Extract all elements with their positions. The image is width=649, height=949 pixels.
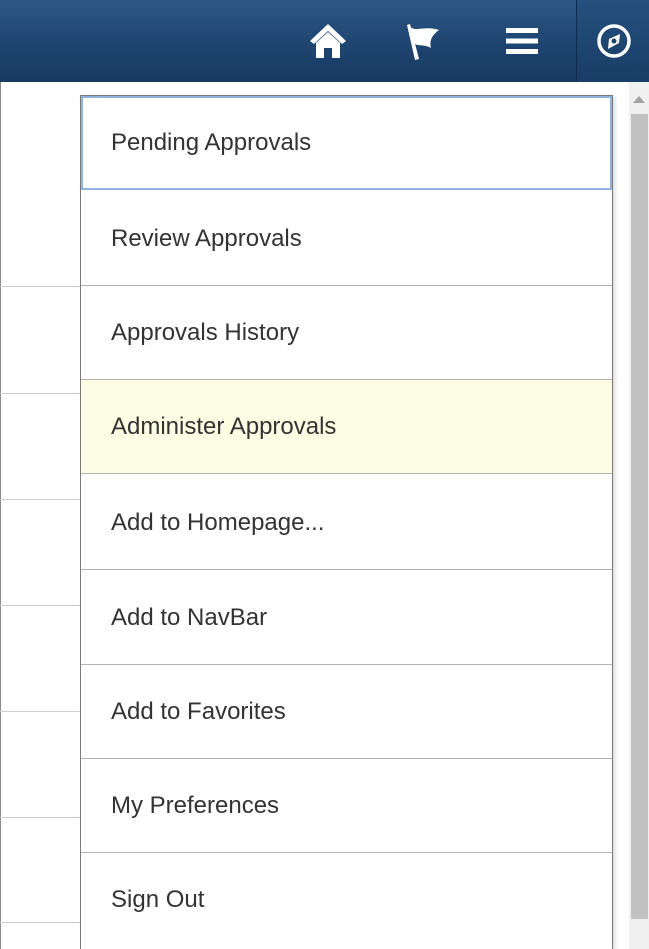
background-row-divider: [0, 499, 90, 500]
menu-item-my-preferences[interactable]: My Preferences: [81, 759, 612, 853]
menu-item-approvals-history[interactable]: Approvals History: [81, 286, 612, 380]
menu-item-review-approvals[interactable]: Review Approvals: [81, 192, 612, 286]
menu-item-pending-approvals[interactable]: Pending Approvals: [81, 96, 612, 190]
notifications-button[interactable]: [394, 0, 450, 82]
flag-icon: [402, 21, 442, 61]
compass-icon: [595, 22, 633, 60]
hamburger-menu-icon: [506, 26, 538, 56]
background-row-divider: [0, 286, 90, 287]
menu-item-administer-approvals[interactable]: Administer Approvals: [81, 380, 612, 474]
home-button[interactable]: [300, 0, 356, 82]
page-left-border: [0, 82, 1, 949]
menu-item-add-to-homepage[interactable]: Add to Homepage...: [81, 476, 612, 570]
background-row-divider: [0, 922, 90, 923]
scroll-up-arrow-icon[interactable]: [633, 96, 645, 103]
menu-item-add-to-navbar[interactable]: Add to NavBar: [81, 571, 612, 665]
actions-dropdown-menu: Pending Approvals Review Approvals Appro…: [80, 95, 613, 949]
background-row-divider: [0, 711, 90, 712]
background-row-divider: [0, 393, 90, 394]
navbar-button[interactable]: [576, 0, 649, 82]
actions-menu-button[interactable]: [494, 0, 550, 82]
background-row-divider: [0, 605, 90, 606]
background-row-divider: [0, 817, 90, 818]
menu-item-add-to-favorites[interactable]: Add to Favorites: [81, 665, 612, 759]
home-icon: [308, 22, 348, 60]
page-header: [0, 0, 649, 82]
scrollbar-thumb[interactable]: [631, 114, 648, 919]
menu-item-sign-out[interactable]: Sign Out: [81, 853, 612, 947]
